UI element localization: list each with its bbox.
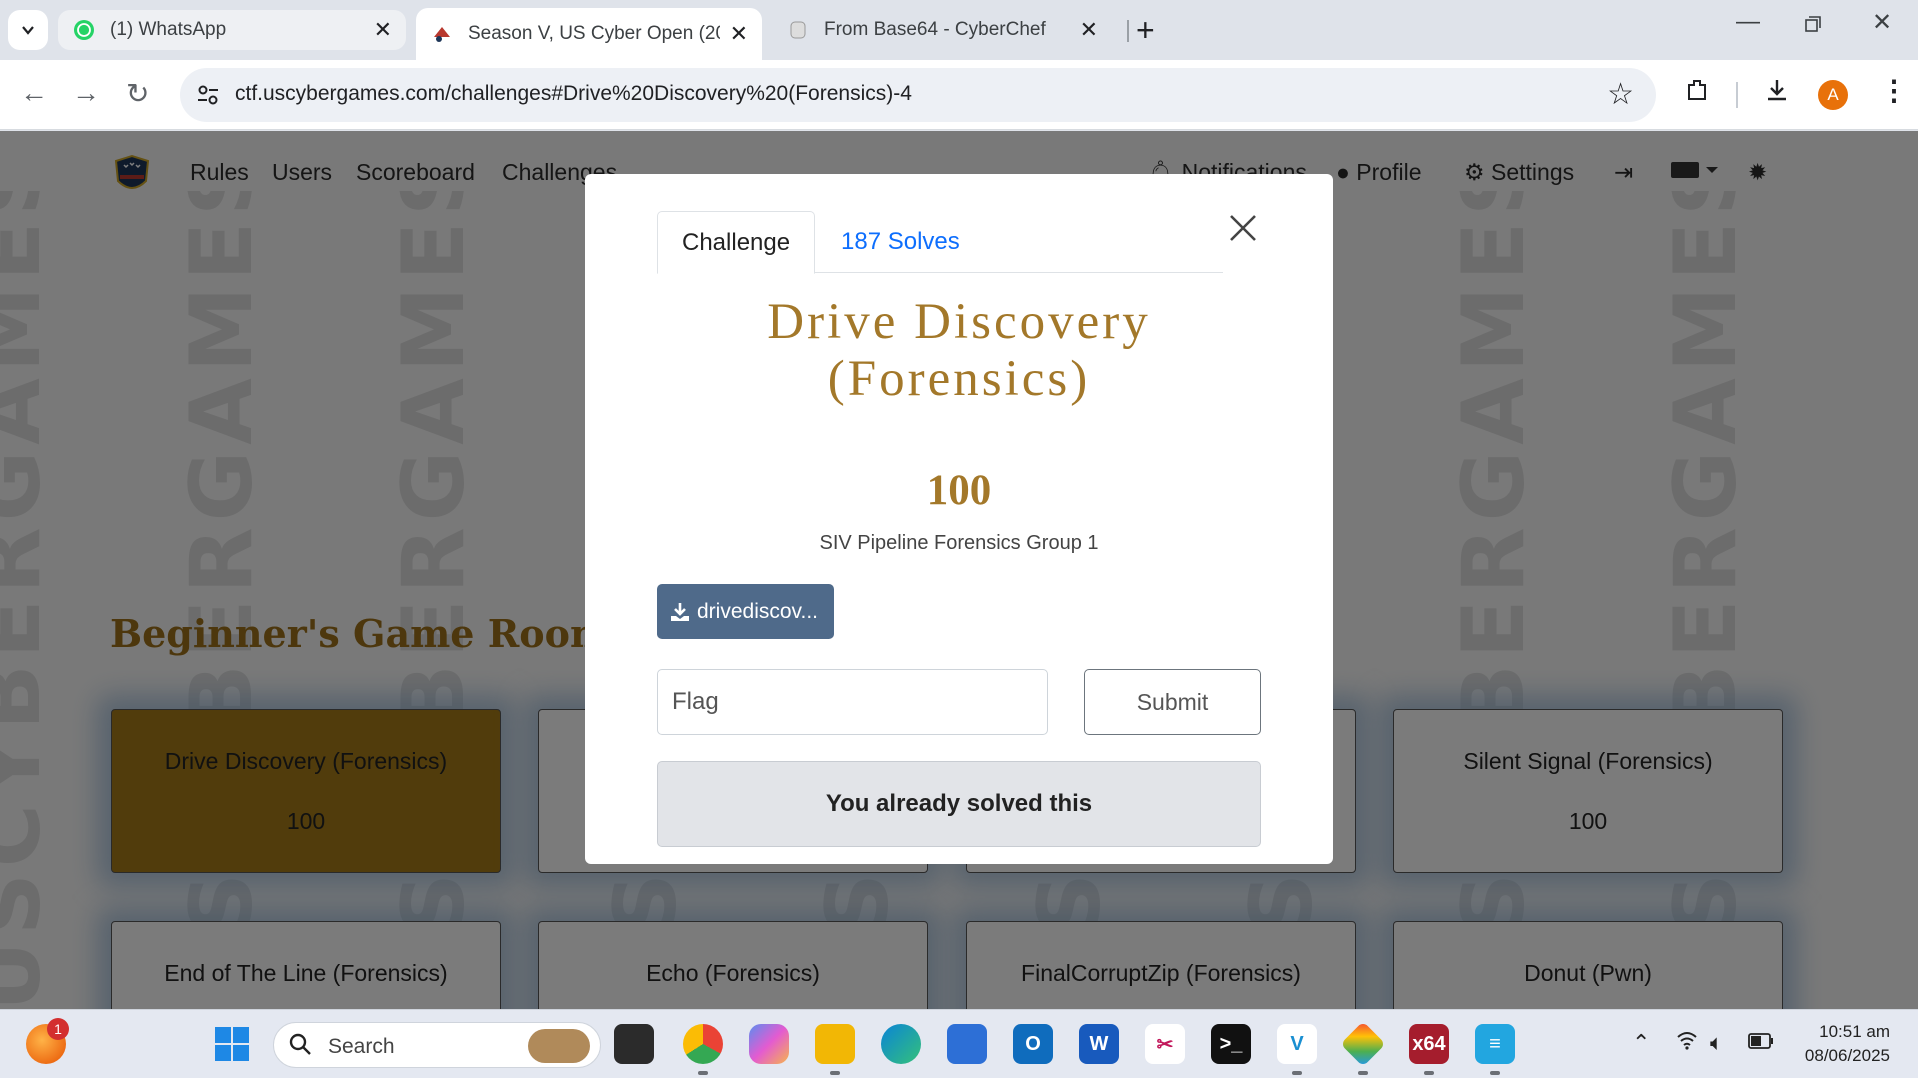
close-icon[interactable]: ✕ [1080, 17, 1098, 43]
download-icon [671, 602, 689, 621]
running-indicator [1358, 1071, 1368, 1075]
minimize-button[interactable]: — [1736, 8, 1760, 36]
tab-separator [1127, 20, 1129, 42]
snipping-tool-icon[interactable]: ✂ [1145, 1024, 1185, 1064]
challenge-modal: Challenge 187 Solves Drive Discovery (Fo… [585, 174, 1333, 864]
game-app-icon[interactable] [1340, 1021, 1386, 1067]
new-tab-button[interactable]: + [1136, 12, 1155, 49]
challenge-title: Drive Discovery (Forensics) [767, 294, 1151, 407]
notepad-icon[interactable]: ≡ [1475, 1024, 1515, 1064]
battery-icon[interactable] [1748, 1030, 1774, 1056]
vscode-icon[interactable]: V [1277, 1024, 1317, 1064]
url-text: ctf.uscybergames.com/challenges#Drive%20… [235, 82, 912, 105]
window-close-button[interactable]: ✕ [1872, 8, 1892, 37]
browser-toolbar: ← → ↻ ctf.uscybergames.com/challenges#Dr… [0, 60, 1918, 130]
tab-whatsapp[interactable]: (1) WhatsApp ✕ [58, 10, 406, 50]
clock-date: 08/06/2025 [1804, 1046, 1890, 1065]
taskbar-search[interactable]: Search [273, 1022, 601, 1068]
running-indicator [1490, 1071, 1500, 1075]
outlook-icon[interactable]: O [1013, 1024, 1053, 1064]
close-icon[interactable]: ✕ [730, 21, 748, 47]
file-name: drivediscov... [697, 599, 818, 623]
terminal-icon[interactable]: >_ [1211, 1024, 1251, 1064]
address-bar[interactable]: ctf.uscybergames.com/challenges#Drive%20… [180, 68, 1656, 122]
site-info-icon[interactable] [194, 81, 222, 109]
tab-title: Season V, US Cyber Open (2025 [468, 23, 720, 44]
challenge-value: 100 [926, 467, 992, 514]
wifi-icon[interactable] [1676, 1030, 1698, 1056]
tab-title: (1) WhatsApp [110, 19, 227, 40]
search-icon [288, 1032, 312, 1063]
copilot-icon[interactable] [749, 1024, 789, 1064]
volume-icon[interactable]: 🔈︎ [1710, 1030, 1723, 1056]
whatsapp-icon [72, 18, 96, 42]
cyberchef-icon [786, 18, 810, 42]
tab-search-button[interactable] [8, 10, 48, 50]
notification-badge: 1 [47, 1018, 69, 1040]
extensions-icon[interactable] [1684, 77, 1710, 110]
tab-cyberchef[interactable]: From Base64 - CyberChef ✕ [772, 10, 1112, 50]
modal-close-icon[interactable] [1228, 208, 1258, 253]
toolbar-divider [1736, 82, 1738, 108]
running-indicator [1424, 1071, 1434, 1075]
tab-solves[interactable]: 187 Solves [817, 211, 984, 273]
submit-button[interactable]: Submit [1084, 669, 1261, 735]
reload-button[interactable]: ↻ [126, 77, 149, 110]
browser-tab-strip: (1) WhatsApp ✕ Season V, US Cyber Open (… [0, 0, 1918, 60]
downloads-icon[interactable] [1764, 77, 1790, 110]
chrome-icon[interactable] [683, 1024, 723, 1064]
task-view-icon[interactable] [614, 1024, 654, 1064]
flag-input[interactable] [657, 669, 1048, 735]
word-icon[interactable]: W [1079, 1024, 1119, 1064]
tab-uscg[interactable]: Season V, US Cyber Open (2025 ✕ [416, 8, 762, 60]
search-label: Search [328, 1035, 395, 1058]
clock-time: 10:51 am [1819, 1022, 1890, 1041]
running-indicator [1292, 1071, 1302, 1075]
restore-button[interactable] [1804, 12, 1822, 40]
store-icon[interactable] [947, 1024, 987, 1064]
running-indicator [698, 1071, 708, 1075]
x64dbg-icon[interactable]: x64 [1409, 1024, 1449, 1064]
tray-overflow-icon[interactable]: ⌃ [1632, 1030, 1650, 1056]
edge-icon[interactable] [881, 1024, 921, 1064]
file-explorer-icon[interactable] [815, 1024, 855, 1064]
already-solved-notice: You already solved this [657, 761, 1261, 847]
tab-challenge[interactable]: Challenge [657, 211, 816, 274]
search-highlight-art-icon [528, 1029, 590, 1063]
download-file-button[interactable]: drivediscov... [657, 584, 834, 639]
system-clock[interactable]: 10:51 am 08/06/2025 [1790, 1020, 1890, 1068]
profile-avatar[interactable]: A [1818, 80, 1848, 110]
modal-tabs: Challenge 187 Solves [657, 211, 1223, 274]
back-button[interactable]: ← [20, 77, 48, 109]
uscg-icon [430, 22, 454, 46]
tab-title: From Base64 - CyberChef [824, 19, 1046, 40]
page-content: USCYBERGAMES / USCYBERGAMES / USCYBERGAM… [0, 131, 1918, 1009]
windows-start-icon[interactable] [212, 1024, 252, 1064]
windows-taskbar: 1 Search O W ✂ >_ V x64 ≡ ⌃ 🔈︎ 10:51 am … [0, 1009, 1918, 1078]
chevron-down-icon [22, 26, 34, 35]
bookmark-star-icon[interactable]: ☆ [1607, 77, 1634, 112]
challenge-category: SIV Pipeline Forensics Group 1 [819, 532, 1099, 554]
restore-icon [1805, 16, 1821, 32]
more-menu-icon[interactable]: ⋮ [1880, 74, 1908, 107]
forward-button[interactable]: → [72, 77, 100, 109]
close-icon[interactable]: ✕ [374, 17, 392, 43]
running-indicator [830, 1071, 840, 1075]
